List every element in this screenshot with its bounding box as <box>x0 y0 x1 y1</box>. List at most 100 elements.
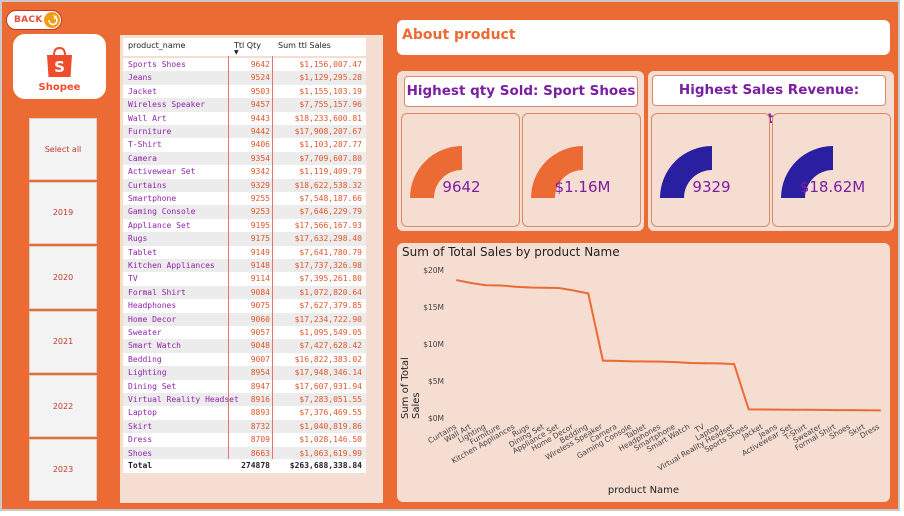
data-point[interactable] <box>499 284 502 287</box>
table-row[interactable]: Kitchen Appliances 9148 $17,737,326.98 <box>123 259 366 273</box>
data-point[interactable] <box>660 360 663 363</box>
table-row[interactable]: Shoes 8663 $1,063,619.99 <box>123 446 366 460</box>
data-point[interactable] <box>835 409 838 412</box>
table-row[interactable]: Sports Shoes 9642 $1,156,007.47 <box>123 58 366 72</box>
data-point[interactable] <box>587 292 590 295</box>
table-row[interactable]: Sweater 9057 $1,095,549.05 <box>123 326 366 340</box>
table-row[interactable]: Camera 9354 $7,709,607.80 <box>123 151 366 166</box>
table-row[interactable]: Appliance Set 9195 $17,566,167.93 <box>123 218 366 233</box>
data-point[interactable] <box>631 360 633 363</box>
qty-cell: 9406 <box>250 140 270 150</box>
data-point[interactable] <box>543 286 546 289</box>
table-row[interactable]: Gaming Console 9253 $7,646,229.79 <box>123 205 366 219</box>
data-point[interactable] <box>879 409 881 412</box>
data-point[interactable] <box>762 408 765 411</box>
sales-cell: $16,822,383.02 <box>294 354 362 364</box>
product-name-cell: Dress <box>128 435 153 445</box>
sales-cell: $1,155,103.19 <box>299 86 362 96</box>
data-point[interactable] <box>733 363 736 366</box>
data-point[interactable] <box>470 282 473 285</box>
table-row[interactable]: Smart Watch 9048 $7,427,628.42 <box>123 339 366 353</box>
qty-cell: 9075 <box>250 301 270 311</box>
sales-cell: $1,156,007.47 <box>299 60 362 69</box>
sales-cell: $18,233,600.81 <box>294 113 362 123</box>
data-point[interactable] <box>558 287 561 289</box>
gauge-value: $18.62M <box>799 178 866 196</box>
table-row[interactable]: Rugs 9175 $17,632,298.40 <box>123 232 366 246</box>
product-name-cell: T-Shirt <box>128 140 162 150</box>
table-row[interactable]: Wall Art 9443 $18,233,600.81 <box>123 111 366 125</box>
data-point[interactable] <box>747 408 750 411</box>
col-header-sales[interactable]: Sum ttl Sales <box>278 41 331 50</box>
slicer-2023[interactable]: 2023 <box>29 439 97 501</box>
table-row[interactable]: Furniture 9442 $17,908,207.67 <box>123 125 366 139</box>
sales-cell: $17,607,931.94 <box>294 381 362 391</box>
table-row[interactable]: Formal Shirt 9084 $1,072,820.64 <box>123 285 366 300</box>
table-row[interactable]: Jeans 9524 $1,129,295.28 <box>123 71 366 85</box>
slicer-select-all[interactable]: Select all <box>29 118 97 180</box>
table-row[interactable]: TV 9114 $7,395,261.80 <box>123 272 366 286</box>
gauge-value: 9329 <box>692 178 731 196</box>
data-point[interactable] <box>718 362 721 365</box>
qty-cell: 9048 <box>250 341 270 351</box>
product-name-cell: Dining Set <box>128 381 177 391</box>
slicer-2020[interactable]: 2020 <box>29 246 97 309</box>
sales-cell: $7,427,628.42 <box>299 341 362 351</box>
qty-cell: 9007 <box>250 354 270 364</box>
slicer-2019[interactable]: 2019 <box>29 182 97 244</box>
data-point[interactable] <box>806 408 809 411</box>
product-name-cell: Bedding <box>128 354 162 364</box>
slicer-2021[interactable]: 2021 <box>29 311 97 373</box>
table-row[interactable]: Virtual Reality Headset 8916 $7,283,051.55 <box>123 393 366 407</box>
product-name-cell: Lighting <box>128 368 167 378</box>
data-point[interactable] <box>572 289 575 292</box>
table-row[interactable]: Dress 8709 $1,028,146.50 <box>123 433 366 447</box>
sales-cell: $1,119,409.79 <box>299 167 362 177</box>
data-point[interactable] <box>791 408 794 411</box>
data-point[interactable] <box>601 359 604 362</box>
data-point[interactable] <box>674 361 677 364</box>
data-point[interactable] <box>820 408 823 411</box>
table-row[interactable]: Curtains 9329 $18,622,538.32 <box>123 178 366 192</box>
data-point[interactable] <box>864 409 867 412</box>
qty-cell: 9148 <box>250 261 270 270</box>
table-row[interactable]: Lighting 8954 $17,948,346.14 <box>123 366 366 380</box>
gauge-arc <box>660 146 712 198</box>
table-row[interactable]: Headphones 9075 $7,627,379.85 <box>123 299 366 313</box>
table-row[interactable]: Skirt 8732 $1,040,819.86 <box>123 419 366 434</box>
sales-series-line <box>456 279 881 412</box>
qty-cell: 9084 <box>250 287 270 297</box>
data-point[interactable] <box>645 360 648 363</box>
data-point[interactable] <box>849 409 852 412</box>
table-row[interactable]: Activewear Set 9342 $1,119,409.79 <box>123 165 366 179</box>
y-tick-label: $5M <box>428 377 444 386</box>
col-header-product[interactable]: product_name <box>128 41 185 50</box>
data-point[interactable] <box>456 279 458 282</box>
data-point[interactable] <box>485 284 488 287</box>
back-button[interactable]: BACK <box>6 10 62 30</box>
table-row[interactable]: Home Decor 9060 $17,234,722.90 <box>123 312 366 326</box>
shopee-logo: S Shopee <box>13 34 106 99</box>
data-point[interactable] <box>616 359 619 362</box>
table-row[interactable]: Tablet 9149 $7,641,780.79 <box>123 245 366 259</box>
table-row[interactable]: Jacket 9503 $1,155,103.19 <box>123 84 366 99</box>
qty-cell: 8947 <box>250 381 270 391</box>
sales-cell: $18,622,538.32 <box>294 180 362 190</box>
col-divider <box>272 56 273 459</box>
data-point[interactable] <box>528 286 531 289</box>
table-row[interactable]: Smartphone 9255 $7,548,187.66 <box>123 192 366 206</box>
table-row[interactable]: Bedding 9007 $16,822,383.02 <box>123 352 366 367</box>
table-row[interactable]: Laptop 8893 $7,376,469.55 <box>123 406 366 420</box>
data-point[interactable] <box>704 362 706 365</box>
product-name-cell: Wireless Speaker <box>128 100 206 110</box>
back-arrow-icon <box>44 12 60 28</box>
data-point[interactable] <box>689 362 692 364</box>
slicer-2022[interactable]: 2022 <box>29 375 97 437</box>
data-point[interactable] <box>514 285 517 288</box>
table-row[interactable]: Dining Set 8947 $17,607,931.94 <box>123 379 366 393</box>
qty-cell: 9253 <box>250 207 270 217</box>
table-row[interactable]: T-Shirt 9406 $1,103,287.77 <box>123 138 366 152</box>
qty-cell: 9114 <box>250 274 270 284</box>
data-point[interactable] <box>776 408 779 411</box>
table-row[interactable]: Wireless Speaker 9457 $7,755,157.96 <box>123 98 366 112</box>
